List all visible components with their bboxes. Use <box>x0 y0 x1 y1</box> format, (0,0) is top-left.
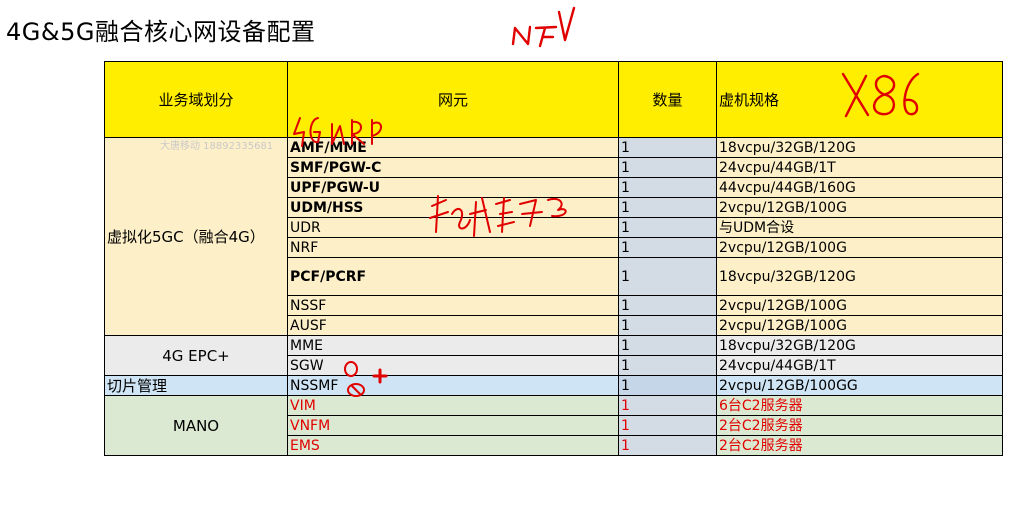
spec-cell: 24vcpu/44GB/1T <box>716 355 1003 376</box>
quantity-cell: 1 <box>618 435 717 456</box>
quantity-cell: 1 <box>618 335 717 356</box>
table-row: 4G EPC+ MME 1 18vcpu/32GB/120G <box>104 335 1003 376</box>
element-cell: EMS <box>287 435 619 456</box>
quantity-cell: 1 <box>618 217 717 238</box>
domain-cell-epc: 4G EPC+ <box>104 335 288 376</box>
quantity-cell: 1 <box>618 415 717 436</box>
spec-cell: 18vcpu/32GB/120G <box>716 257 1003 296</box>
spec-cell: 2台C2服务器 <box>716 415 1003 436</box>
quantity-cell: 1 <box>618 237 717 258</box>
element-cell: SGW <box>287 355 619 376</box>
element-cell: AUSF <box>287 315 619 336</box>
element-cell: VIM <box>287 395 619 416</box>
header-element: 网元 <box>287 61 619 138</box>
config-table: 业务域划分 网元 数量 虚机规格 虚拟化5GC（融合4G） AMF/MME 1 … <box>104 61 1003 456</box>
quantity-cell: 1 <box>618 315 717 336</box>
spec-cell: 2vcpu/12GB/100G <box>716 237 1003 258</box>
spec-cell: 44vcpu/44GB/160G <box>716 177 1003 198</box>
element-cell: MME <box>287 335 619 356</box>
element-cell: VNFM <box>287 415 619 436</box>
quantity-cell: 1 <box>618 197 717 218</box>
element-cell: UDR <box>287 217 619 238</box>
element-cell: NRF <box>287 237 619 258</box>
element-cell: PCF/PCRF <box>287 257 619 296</box>
spec-cell: 2vcpu/12GB/100G <box>716 315 1003 336</box>
handwriting-nfv <box>511 6 576 48</box>
spec-cell: 18vcpu/32GB/120G <box>716 137 1003 158</box>
spec-cell: 2vcpu/12GB/100GG <box>716 375 1003 396</box>
table-row: MANO VIM 1 6台C2服务器 <box>104 395 1003 456</box>
spec-cell: 2vcpu/12GB/100G <box>716 295 1003 316</box>
quantity-cell: 1 <box>618 355 717 376</box>
table-row: 切片管理 NSSMF 1 2vcpu/12GB/100GG <box>104 375 1003 396</box>
header-quantity: 数量 <box>618 61 717 138</box>
element-cell: SMF/PGW-C <box>287 157 619 178</box>
domain-cell-mano: MANO <box>104 395 288 456</box>
spec-cell: 2台C2服务器 <box>716 435 1003 456</box>
domain-cell-5gc: 虚拟化5GC（融合4G） <box>104 137 288 336</box>
header-spec: 虚机规格 <box>716 61 1003 138</box>
quantity-cell: 1 <box>618 257 717 296</box>
element-cell: AMF/MME <box>287 137 619 158</box>
quantity-cell: 1 <box>618 375 717 396</box>
element-cell: UPF/PGW-U <box>287 177 619 198</box>
spec-cell: 24vcpu/44GB/1T <box>716 157 1003 178</box>
page-title: 4G&5G融合核心网设备配置 <box>6 18 316 46</box>
quantity-cell: 1 <box>618 177 717 198</box>
spec-cell: 与UDM合设 <box>716 217 1003 238</box>
header-domain: 业务域划分 <box>104 61 288 138</box>
domain-cell-slice: 切片管理 <box>104 375 288 396</box>
watermark: 大唐移动 18892335681 <box>160 141 274 152</box>
spec-cell: 6台C2服务器 <box>716 395 1003 416</box>
quantity-cell: 1 <box>618 137 717 158</box>
header-row: 业务域划分 网元 数量 虚机规格 <box>104 61 1003 138</box>
quantity-cell: 1 <box>618 157 717 178</box>
spec-cell: 18vcpu/32GB/120G <box>716 335 1003 356</box>
element-cell: NSSMF <box>287 375 619 396</box>
quantity-cell: 1 <box>618 395 717 416</box>
element-cell: NSSF <box>287 295 619 316</box>
spec-cell: 2vcpu/12GB/100G <box>716 197 1003 218</box>
quantity-cell: 1 <box>618 295 717 316</box>
element-cell: UDM/HSS <box>287 197 619 218</box>
